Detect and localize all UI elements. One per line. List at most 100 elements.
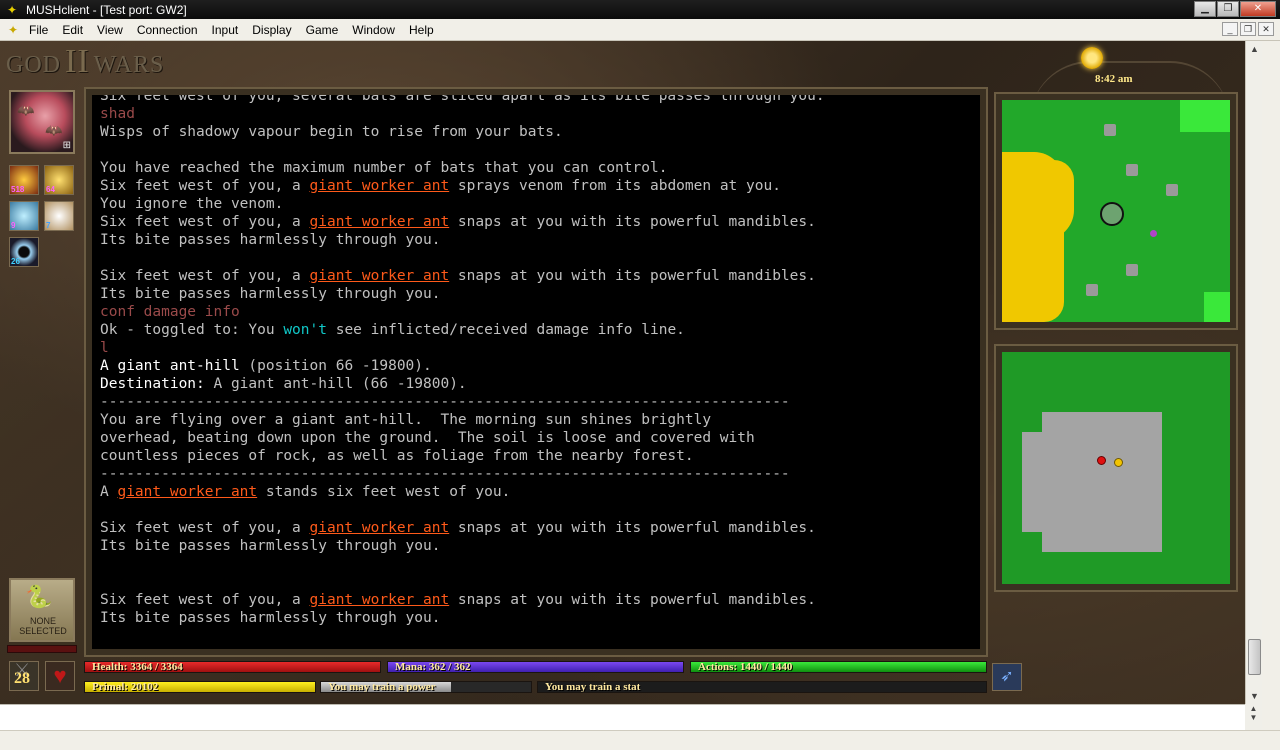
output-line: shad xyxy=(100,105,980,123)
buff-fire-icon[interactable]: 518 xyxy=(9,165,39,195)
train-stat-bar: You may train a stat xyxy=(537,681,987,693)
menu-edit[interactable]: Edit xyxy=(55,23,90,37)
output-text: Ok - toggled to: You xyxy=(100,322,284,338)
menu-view[interactable]: View xyxy=(90,23,130,37)
output-text: Its bite passes harmlessly through you. xyxy=(100,286,441,302)
menu-file[interactable]: File xyxy=(22,23,55,37)
doc-close-button[interactable]: ✕ xyxy=(1258,22,1274,36)
input-scrollbar[interactable]: ▲ ▼ xyxy=(1245,704,1262,730)
window-controls: ▁ ❐ ✕ xyxy=(1193,1,1276,17)
output-text: Its bite passes harmlessly through you. xyxy=(100,610,441,626)
buff-count: 518 xyxy=(11,185,25,194)
mob-link[interactable]: giant worker ant xyxy=(310,268,450,284)
scroll-thumb[interactable] xyxy=(1248,639,1261,675)
command-input-area xyxy=(0,704,1262,730)
mob-link[interactable]: giant worker ant xyxy=(310,520,450,536)
game-logo: GOD II WARS xyxy=(6,43,164,81)
document-icon[interactable]: ✦ xyxy=(4,23,22,37)
output-text: countless pieces of rock, as well as fol… xyxy=(100,448,694,464)
output-line: overhead, beating down upon the ground. … xyxy=(100,429,980,447)
overview-map[interactable] xyxy=(994,92,1238,330)
output-line: A giant ant-hill (position 66 -19800). xyxy=(100,357,980,375)
logo-word-wars: WARS xyxy=(93,52,165,78)
buff-count: 64 xyxy=(46,185,55,194)
output-text: Six feet west of you, a xyxy=(100,178,310,194)
train-stat-label: You may train a stat xyxy=(545,681,641,693)
map-rock xyxy=(1104,124,1116,136)
mob-link[interactable]: giant worker ant xyxy=(117,484,257,500)
output-text: Six feet west of you, several bats are s… xyxy=(100,95,825,104)
output-line: countless pieces of rock, as well as fol… xyxy=(100,447,980,465)
output-text: shad xyxy=(100,106,135,122)
mob-link[interactable]: giant worker ant xyxy=(310,592,450,608)
target-panel[interactable]: 🐍 NONE SELECTED xyxy=(9,578,75,642)
travel-icon[interactable]: ➶ xyxy=(992,663,1022,691)
buff-count: 9 xyxy=(11,221,16,230)
output-window[interactable]: Six feet west of you, several bats are s… xyxy=(100,95,980,647)
output-line: Six feet west of you, several bats are s… xyxy=(100,95,980,105)
map-meadow xyxy=(1180,100,1230,132)
target-label: NONE SELECTED xyxy=(19,616,67,636)
actions-bar: Actions: 1440 / 1440 xyxy=(690,661,987,673)
player-marker xyxy=(1100,202,1124,226)
map-rock xyxy=(1166,184,1178,196)
ant-hill xyxy=(1022,432,1052,532)
character-portrait[interactable]: 🦇 🦇 ⊞ xyxy=(9,90,75,154)
buff-gold-icon[interactable]: 64 xyxy=(44,165,74,195)
output-text: You have reached the maximum number of b… xyxy=(100,160,668,176)
frame-edge xyxy=(1262,41,1280,750)
close-button[interactable]: ✕ xyxy=(1240,1,1276,17)
actions-label: Actions: 1440 / 1440 xyxy=(698,661,793,673)
output-text: see inflicted/received damage info line. xyxy=(326,322,685,338)
heart-icon[interactable]: ♥ xyxy=(45,661,75,691)
buff-wing-icon[interactable]: 7 xyxy=(44,201,74,231)
output-line: Six feet west of you, a giant worker ant… xyxy=(100,267,980,285)
output-text: A giant ant-hill (66 -19800). xyxy=(204,376,467,392)
npc-marker xyxy=(1150,230,1157,237)
command-input[interactable] xyxy=(2,707,1242,728)
output-line: l xyxy=(100,339,980,357)
local-map[interactable] xyxy=(994,344,1238,592)
output-text: Six feet west of you, a xyxy=(100,592,310,608)
output-text: A xyxy=(100,484,118,500)
doc-minimize-button[interactable]: _ xyxy=(1222,22,1238,36)
output-text: A giant ant-hill xyxy=(100,358,240,374)
output-line: A giant worker ant stands six feet west … xyxy=(100,483,980,501)
menu-game[interactable]: Game xyxy=(299,23,346,37)
mob-link[interactable]: giant worker ant xyxy=(310,214,450,230)
output-text: conf damage info xyxy=(100,304,240,320)
mana-bar: Mana: 362 / 362 xyxy=(387,661,684,673)
buff-ice-icon[interactable]: 9 xyxy=(9,201,39,231)
menu-help[interactable]: Help xyxy=(402,23,441,37)
doc-restore-button[interactable]: ❐ xyxy=(1240,22,1256,36)
output-text: You ignore the venom. xyxy=(100,196,284,212)
menu-input[interactable]: Input xyxy=(205,23,246,37)
output-line: conf damage info xyxy=(100,303,980,321)
level-badge[interactable]: ⚔ 28 xyxy=(9,660,39,691)
maximize-button[interactable]: ❐ xyxy=(1217,1,1239,17)
menu-window[interactable]: Window xyxy=(345,23,402,37)
ant-hill xyxy=(1042,412,1162,552)
minimize-button[interactable]: ▁ xyxy=(1194,1,1216,17)
output-scrollbar[interactable]: ▲ ▼ xyxy=(1245,41,1262,704)
menu-display[interactable]: Display xyxy=(245,23,298,37)
primal-bar: Primal: 20102 xyxy=(84,681,316,693)
output-text: Its bite passes harmlessly through you. xyxy=(100,232,441,248)
output-line: Six feet west of you, a giant worker ant… xyxy=(100,213,980,231)
primal-label: Primal: 20102 xyxy=(92,681,159,693)
mushclient-app-icon[interactable]: ✦ xyxy=(4,3,20,17)
mob-link[interactable]: giant worker ant xyxy=(310,178,450,194)
document-window-controls: _ ❐ ✕ xyxy=(1220,22,1274,36)
game-clock: 8:42 am xyxy=(1095,73,1133,85)
output-text: l xyxy=(100,340,109,356)
scroll-down-arrow-icon[interactable]: ▼ xyxy=(1247,688,1262,704)
output-text: Wisps of shadowy vapour begin to rise fr… xyxy=(100,124,563,140)
scroll-up-arrow-icon[interactable]: ▲ xyxy=(1247,41,1262,57)
game-area: GOD II WARS 8:42 am 🦇 🦇 ⊞ 518 64 9 7 26 🐍 … xyxy=(0,41,1245,704)
output-text: Six feet west of you, a xyxy=(100,520,310,536)
buff-eye-icon[interactable]: 26 xyxy=(9,237,39,267)
output-text: stands six feet west of you. xyxy=(257,484,511,500)
menu-connection[interactable]: Connection xyxy=(130,23,205,37)
